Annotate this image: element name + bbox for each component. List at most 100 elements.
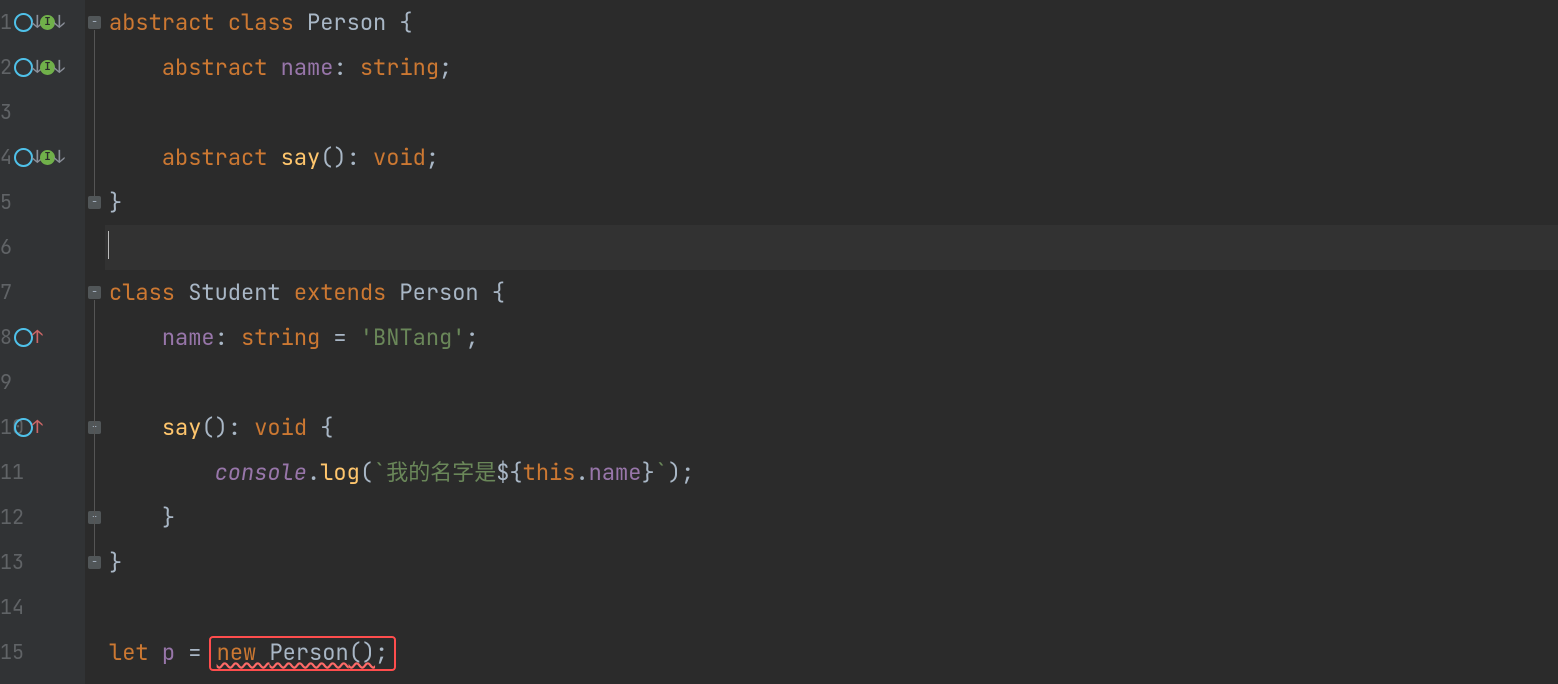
token: void bbox=[254, 413, 307, 442]
code-line[interactable]: say(): void { bbox=[105, 405, 333, 450]
token: ); bbox=[668, 458, 694, 487]
token: ; bbox=[426, 143, 439, 172]
code-line[interactable]: console.log(`我的名字是${this.name}`); bbox=[105, 450, 694, 495]
token: class bbox=[109, 278, 188, 307]
gutter-icons[interactable]: ↑ bbox=[14, 315, 42, 360]
token: void bbox=[373, 143, 426, 172]
code-line[interactable] bbox=[105, 225, 109, 270]
token: Person bbox=[399, 278, 491, 307]
fold-guide bbox=[94, 30, 95, 196]
token: new bbox=[217, 638, 270, 667]
gutter-icons[interactable]: ↓I↓ bbox=[14, 45, 64, 90]
line-number[interactable]: 2 bbox=[0, 45, 12, 90]
token: string bbox=[360, 53, 439, 82]
token: let bbox=[109, 638, 162, 667]
line-number[interactable]: 15 bbox=[0, 630, 12, 675]
code-line[interactable]: abstract say(): void; bbox=[105, 135, 439, 180]
code-area[interactable]: abstract class Person { abstract name: s… bbox=[105, 0, 1558, 684]
fold-toggle-icon[interactable]: − bbox=[88, 286, 101, 299]
token: (): bbox=[320, 143, 373, 172]
gutter-icons[interactable]: ↓I↓ bbox=[14, 135, 64, 180]
fold-toggle-icon[interactable]: − bbox=[88, 556, 101, 569]
token: . bbox=[575, 458, 588, 487]
fold-toggle-icon[interactable]: − bbox=[88, 196, 101, 209]
line-number[interactable]: 5 bbox=[0, 180, 12, 225]
indent bbox=[109, 503, 162, 532]
token: } bbox=[162, 503, 175, 532]
token: = bbox=[320, 323, 360, 352]
line-number[interactable]: 4 bbox=[0, 135, 12, 180]
line-number[interactable]: 11 bbox=[0, 450, 12, 495]
token: log bbox=[320, 458, 360, 487]
token: extends bbox=[294, 278, 400, 307]
token: class bbox=[228, 8, 307, 37]
code-line[interactable]: class Student extends Person { bbox=[105, 270, 505, 315]
indent bbox=[109, 458, 215, 487]
caret-icon bbox=[108, 231, 109, 259]
token: this bbox=[523, 458, 576, 487]
token: console bbox=[215, 458, 307, 487]
fold-toggle-icon[interactable]: − bbox=[88, 16, 101, 29]
token: { bbox=[307, 413, 333, 442]
token: } bbox=[109, 548, 122, 577]
line-number[interactable]: 1 bbox=[0, 0, 12, 45]
fold-guide bbox=[94, 435, 95, 511]
code-line[interactable]: name: string = 'BNTang'; bbox=[105, 315, 479, 360]
token: Student bbox=[188, 278, 294, 307]
token: `我的名字是 bbox=[373, 458, 496, 487]
line-number[interactable]: 14 bbox=[0, 585, 12, 630]
indent bbox=[109, 413, 162, 442]
line-number[interactable]: 6 bbox=[0, 225, 12, 270]
current-line-highlight bbox=[105, 225, 1558, 270]
token: : bbox=[333, 53, 359, 82]
line-number[interactable]: 7 bbox=[0, 270, 12, 315]
token: { bbox=[492, 278, 505, 307]
line-number[interactable]: 13 bbox=[0, 540, 12, 585]
indent bbox=[109, 53, 162, 82]
code-editor[interactable]: 1↓I↓2↓I↓34↓I↓5678↑910↑1112131415 −−−−−− … bbox=[0, 0, 1558, 684]
token: Person bbox=[269, 638, 348, 667]
line-number[interactable]: 10 bbox=[0, 405, 12, 450]
fold-guide bbox=[94, 300, 95, 556]
token: name bbox=[162, 323, 215, 352]
code-line[interactable]: } bbox=[105, 180, 122, 225]
indent bbox=[109, 143, 162, 172]
token: abstract bbox=[162, 53, 281, 82]
token: () bbox=[349, 638, 375, 667]
override-up-icon[interactable]: ↑ bbox=[14, 418, 42, 437]
fold-column[interactable]: −−−−−− bbox=[84, 0, 105, 684]
override-down-icon[interactable]: ↓I↓ bbox=[14, 13, 64, 32]
token: 'BNTang' bbox=[360, 323, 466, 352]
override-down-icon[interactable]: ↓I↓ bbox=[14, 58, 64, 77]
token: Person bbox=[307, 8, 399, 37]
token: ` bbox=[655, 458, 668, 487]
error-highlight: new Person(); bbox=[209, 636, 397, 671]
token: : bbox=[215, 323, 241, 352]
code-line[interactable]: abstract name: string; bbox=[105, 45, 452, 90]
token: name bbox=[281, 53, 334, 82]
token: } bbox=[641, 458, 654, 487]
token: ${ bbox=[496, 458, 522, 487]
token: string bbox=[241, 323, 320, 352]
gutter-icons[interactable]: ↓I↓ bbox=[14, 0, 64, 45]
line-number[interactable]: 12 bbox=[0, 495, 12, 540]
code-line[interactable]: } bbox=[105, 495, 175, 540]
override-up-icon[interactable]: ↑ bbox=[14, 328, 42, 347]
token: { bbox=[399, 8, 412, 37]
override-down-icon[interactable]: ↓I↓ bbox=[14, 148, 64, 167]
line-number[interactable]: 3 bbox=[0, 90, 12, 135]
token: ; bbox=[375, 638, 388, 667]
gutter-icons[interactable]: ↑ bbox=[14, 405, 42, 450]
token: abstract bbox=[109, 8, 228, 37]
line-number[interactable]: 9 bbox=[0, 360, 12, 405]
gutter[interactable]: 1↓I↓2↓I↓34↓I↓5678↑910↑1112131415 bbox=[0, 0, 84, 684]
token: ; bbox=[465, 323, 478, 352]
code-line[interactable]: abstract class Person { bbox=[105, 0, 413, 45]
token: . bbox=[307, 458, 320, 487]
line-number[interactable]: 8 bbox=[0, 315, 12, 360]
token: name bbox=[589, 458, 642, 487]
token: p bbox=[162, 638, 175, 667]
code-line[interactable]: } bbox=[105, 540, 122, 585]
code-line[interactable]: let p = new Person(); bbox=[105, 630, 396, 675]
token: } bbox=[109, 188, 122, 217]
